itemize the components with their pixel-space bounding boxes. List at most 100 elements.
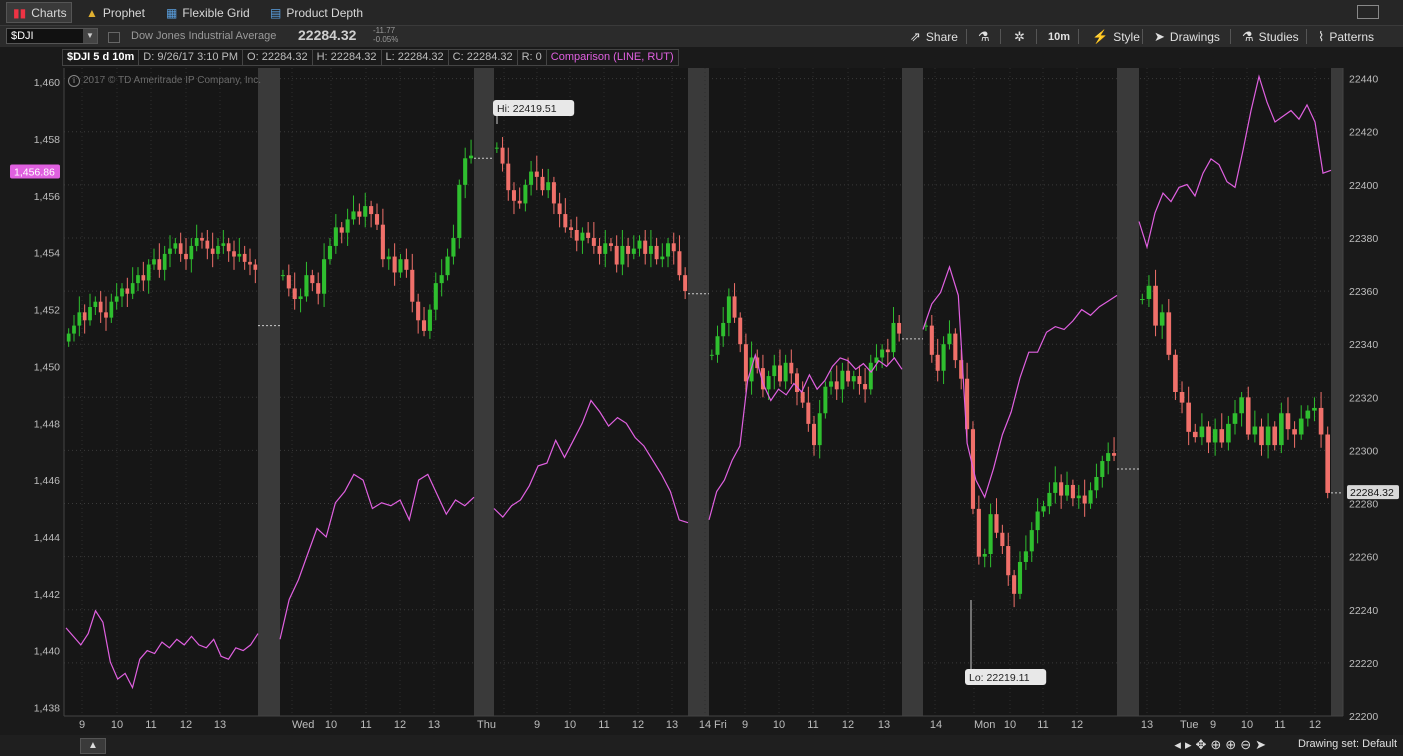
scroll-left-icon[interactable]: ◂ [1174, 737, 1181, 753]
x-axis-tick: 9 [534, 719, 540, 731]
x-axis-tick: 13 [428, 719, 440, 731]
candle-body [1219, 429, 1225, 443]
info-comparison[interactable]: Comparison (LINE, RUT) [545, 49, 679, 66]
collapse-up-icon[interactable]: ▲ [80, 738, 106, 754]
candle-body [1047, 492, 1052, 507]
candle-body [280, 275, 285, 277]
candle-body [363, 206, 368, 217]
candle-body [292, 288, 297, 300]
candle-body [1186, 402, 1191, 432]
left-axis-tick: 1,450 [34, 361, 60, 373]
candle-body [772, 365, 777, 377]
candle-body [857, 376, 862, 385]
left-axis-tick: 1,442 [34, 589, 60, 601]
candle-body [551, 182, 556, 204]
right-axis-tick: 22360 [1349, 286, 1378, 298]
session-gap [902, 68, 923, 716]
drawing-set[interactable]: Drawing set: Default [1298, 738, 1397, 750]
candle-body [569, 227, 574, 230]
candle-body [232, 251, 236, 257]
candle-body [988, 514, 993, 554]
candle-body [1285, 413, 1291, 430]
candle-body [654, 245, 659, 260]
candle-body [721, 322, 726, 337]
price-chart[interactable]: 22440 22420 22400 22380 22360 22340 22320 22300… [0, 0, 1403, 735]
candle-body [709, 354, 714, 356]
right-axis-tick: 22420 [1349, 127, 1378, 139]
x-axis-tick: 10 [111, 719, 123, 731]
candle-body [1318, 407, 1324, 435]
candle-body [580, 232, 585, 241]
info-range: R: 0 [516, 49, 547, 66]
candle-body [1166, 312, 1172, 355]
info-close: C: 22284.32 [447, 49, 518, 66]
x-axis-tick: 12 [632, 719, 644, 731]
left-axis-tick: 1,448 [34, 418, 60, 430]
right-axis-tick: 22300 [1349, 445, 1378, 457]
candle-body [743, 344, 748, 382]
info-date: D: 9/26/17 3:10 PM [138, 49, 244, 66]
copyright-text: 2017 © TD Ameritrade IP Company, Inc. [83, 75, 262, 86]
candle-body [168, 248, 172, 254]
candle-body [586, 232, 591, 238]
move-icon[interactable]: ✥ [1195, 737, 1206, 753]
candle-body [1064, 484, 1070, 496]
candle-body [1035, 511, 1040, 531]
right-axis-tick: 22340 [1349, 339, 1378, 351]
candle-body [546, 182, 551, 191]
candle-body [1312, 407, 1317, 411]
candle-body [1206, 426, 1211, 443]
candle-body [666, 243, 671, 257]
candle-body [935, 354, 940, 371]
left-axis-tick: 1,446 [34, 475, 60, 487]
right-axis-tick: 22320 [1349, 392, 1378, 404]
candle-body [333, 227, 338, 246]
candle-body [1041, 506, 1046, 512]
right-axis-tick: 22380 [1349, 233, 1378, 245]
x-axis-tick: 12 [1309, 719, 1321, 731]
candle-body [130, 283, 135, 294]
left-axis-tick: 1,456 [34, 191, 60, 203]
zoom-in-icon[interactable]: ⊕ [1225, 737, 1236, 753]
candle-body [226, 243, 231, 252]
zoom-out-icon[interactable]: ⊖ [1240, 737, 1251, 753]
candle-body [517, 200, 522, 204]
candle-body [534, 171, 539, 177]
x-axis-tick: 10 [325, 719, 337, 731]
x-axis-tick: Tue [1180, 719, 1199, 731]
candle-body [574, 230, 579, 241]
cursor-icon[interactable]: ➤ [1255, 737, 1266, 753]
candle-body [806, 402, 811, 424]
candle-body [511, 190, 516, 201]
candle-body [732, 296, 737, 318]
candle-body [1199, 426, 1205, 438]
info-icon: i [68, 75, 80, 87]
candle-body [1082, 495, 1087, 504]
candle-body [398, 259, 403, 273]
copyright-notice: i 2017 © TD Ameritrade IP Company, Inc. [68, 75, 261, 87]
bottom-bar: ▲ ◂ ▸ ✥ ⊕ ⊕ ⊖ ➤ Drawing set: Default [0, 735, 1403, 756]
crosshair-icon[interactable]: ⊕ [1210, 737, 1221, 753]
candle-body [357, 211, 362, 217]
info-symbol-period[interactable]: $DJI 5 d 10m [62, 49, 140, 66]
candle-body [631, 248, 636, 254]
x-axis-tick: 11 [807, 719, 818, 731]
candle-body [1298, 418, 1304, 435]
candle-body [380, 224, 385, 260]
candle-body [597, 245, 602, 254]
candle-body [98, 301, 103, 313]
x-axis-tick: 13 [666, 719, 678, 731]
candle-body [1272, 426, 1278, 446]
scroll-right-icon[interactable]: ▸ [1185, 737, 1192, 753]
candle-body [1053, 482, 1058, 493]
candle-body [1212, 429, 1218, 443]
x-axis-tick: 11 [1274, 719, 1285, 731]
candle-body [726, 296, 731, 323]
left-axis-tick: 1,460 [34, 77, 60, 89]
hi-label: Hi: 22419.51 [497, 103, 557, 115]
candle-body [829, 381, 834, 387]
candle-body [178, 243, 183, 254]
candle-body [1139, 299, 1145, 301]
candle-body [648, 245, 653, 254]
candle-body [1017, 561, 1023, 594]
